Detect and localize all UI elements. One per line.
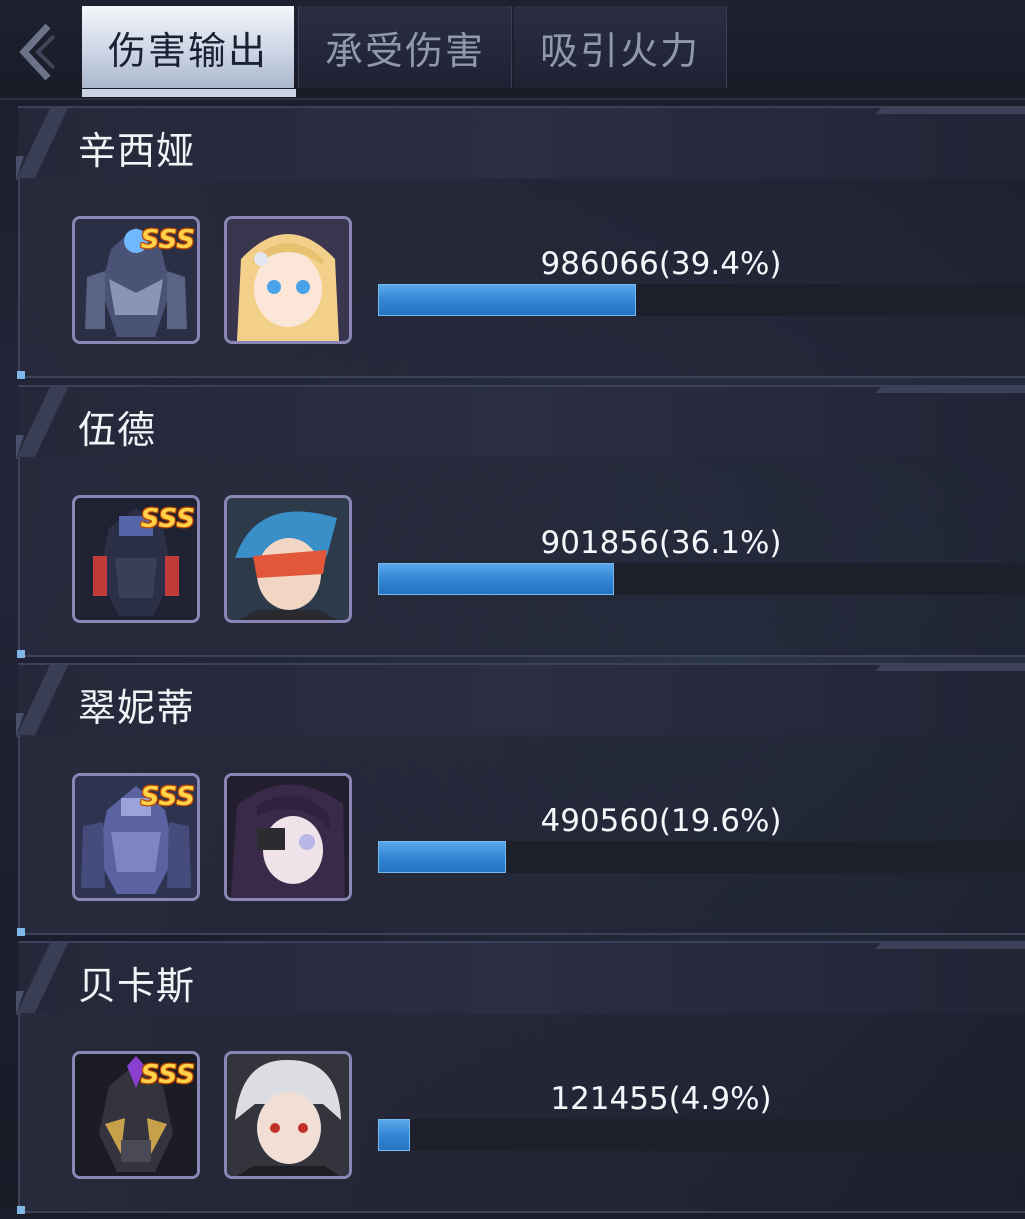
card-body: SSS 490560(19.6%) [17, 735, 1025, 936]
rank-badge: SSS [140, 782, 195, 812]
damage-bar-track [378, 1119, 1025, 1151]
header-slash-decoration [16, 665, 68, 737]
corner-marker [17, 1206, 25, 1214]
mech-portrait[interactable]: SSS [72, 495, 200, 623]
header-slash-decoration [16, 943, 68, 1015]
mech-portrait[interactable]: SSS [72, 216, 200, 344]
rank-badge: SSS [140, 225, 195, 255]
card-header: 伍德 [16, 385, 1025, 459]
tab-draw-fire[interactable]: 吸引火力 [514, 6, 727, 88]
active-tab-indicator [82, 89, 296, 97]
rank-badge: SSS [140, 504, 195, 534]
damage-value: 901856(36.1%) [540, 525, 782, 561]
stat-card: 贝卡斯 SSS 121455(4.9%) [16, 941, 1025, 1219]
card-body: SSS 986066(39.4%) [17, 178, 1025, 379]
stat-card: 翠妮蒂 SSS 490560(19.6%) [16, 663, 1025, 941]
pilot-portrait[interactable] [224, 495, 352, 623]
damage-value: 490560(19.6%) [540, 803, 782, 839]
corner-marker [17, 928, 25, 936]
tab-damage-taken[interactable]: 承受伤害 [298, 6, 512, 88]
pilot-name: 贝卡斯 [78, 964, 196, 1008]
mech-portrait[interactable]: SSS [72, 1051, 200, 1179]
stat-card: 辛西娅 SSS 986066(39.4%) [16, 106, 1025, 384]
header-slash-decoration [16, 387, 68, 459]
card-header: 翠妮蒂 [16, 663, 1025, 737]
pilot-name: 翠妮蒂 [78, 686, 196, 730]
header-stripe-decoration [875, 943, 1025, 949]
pilot-portrait[interactable] [224, 216, 352, 344]
damage-bar-track [378, 563, 1025, 595]
stat-card: 伍德 SSS 901856(36.1%) [16, 385, 1025, 663]
mech-portrait[interactable]: SSS [72, 773, 200, 901]
damage-bar-fill [378, 1119, 410, 1151]
header-stripe-decoration [875, 665, 1025, 671]
card-header: 辛西娅 [16, 106, 1025, 180]
card-body: SSS 901856(36.1%) [17, 457, 1025, 658]
damage-value: 121455(4.9%) [550, 1081, 772, 1117]
header-stripe-decoration [875, 108, 1025, 114]
corner-marker [17, 650, 25, 658]
pilot-portrait[interactable] [224, 773, 352, 901]
chevron-left-icon [19, 23, 56, 81]
damage-bar-fill [378, 563, 614, 595]
damage-bar-track [378, 841, 1025, 873]
rank-badge: SSS [140, 1060, 195, 1090]
tab-damage-output[interactable]: 伤害输出 [82, 6, 294, 88]
pilot-name: 伍德 [78, 408, 157, 452]
top-bar: 伤害输出 承受伤害 吸引火力 [0, 0, 1025, 100]
card-header: 贝卡斯 [16, 941, 1025, 1015]
damage-bar-track [378, 284, 1025, 316]
back-button[interactable] [14, 22, 60, 82]
damage-bar-fill [378, 841, 506, 873]
pilot-name: 辛西娅 [78, 129, 196, 173]
damage-value: 986066(39.4%) [540, 246, 782, 282]
damage-bar-fill [378, 284, 636, 316]
pilot-portrait[interactable] [224, 1051, 352, 1179]
corner-marker [17, 371, 25, 379]
header-slash-decoration [16, 108, 68, 180]
header-stripe-decoration [875, 387, 1025, 393]
card-body: SSS 121455(4.9%) [17, 1013, 1025, 1214]
